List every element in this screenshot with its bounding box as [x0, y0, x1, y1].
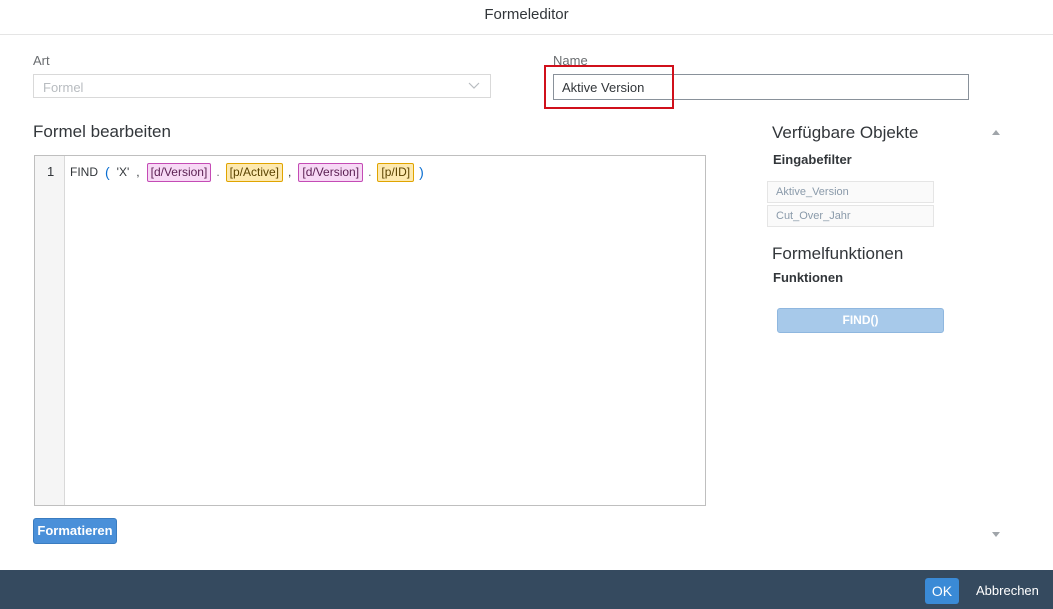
find-function-button[interactable]: FIND(): [777, 308, 944, 333]
art-label: Art: [33, 53, 50, 68]
functions-subtitle: Funktionen: [773, 270, 844, 285]
name-input[interactable]: [553, 74, 969, 100]
ok-button[interactable]: OK: [925, 578, 959, 604]
filter-item[interactable]: Cut_Over_Jahr: [767, 205, 934, 227]
name-input-field[interactable]: [554, 75, 968, 99]
property-chip[interactable]: [p/ID]: [377, 162, 415, 182]
filter-item[interactable]: Aktive_Version: [767, 181, 934, 203]
name-label: Name: [553, 53, 588, 68]
line-gutter: 1: [35, 156, 65, 505]
token-open-paren: (: [105, 164, 110, 180]
property-chip[interactable]: [p/Active]: [225, 162, 284, 182]
token-comma: ,: [288, 165, 292, 179]
dialog-title: Formeleditor: [0, 0, 1053, 35]
cancel-button[interactable]: Abbrechen: [972, 578, 1043, 604]
scroll-down-icon[interactable]: [991, 531, 1001, 539]
token-dot: .: [216, 165, 220, 179]
formula-editor[interactable]: 1 FIND ( 'X' , [d/Version] . [p/Active] …: [34, 155, 706, 506]
dimension-chip[interactable]: [d/Version]: [298, 162, 364, 182]
input-filter-title: Eingabefilter: [773, 152, 852, 167]
format-button[interactable]: Formatieren: [33, 518, 117, 544]
art-select[interactable]: Formel: [33, 74, 491, 98]
token-function: FIND: [70, 165, 98, 179]
editor-title: Formel bearbeiten: [33, 122, 171, 141]
token-string: 'X': [116, 165, 130, 179]
token-comma: ,: [136, 165, 140, 179]
scroll-up-icon[interactable]: [991, 128, 1001, 136]
dimension-chip[interactable]: [d/Version]: [146, 162, 212, 182]
chevron-down-icon: [468, 82, 480, 89]
token-dot: .: [368, 165, 372, 179]
line-number: 1: [47, 164, 55, 179]
token-close-paren: ): [419, 164, 424, 180]
dialog-footer: [0, 570, 1053, 609]
code-line[interactable]: FIND ( 'X' , [d/Version] . [p/Active] , …: [70, 161, 431, 183]
art-select-value: Formel: [43, 80, 84, 95]
functions-title: Formelfunktionen: [772, 244, 904, 263]
objects-title: Verfügbare Objekte: [772, 123, 919, 142]
